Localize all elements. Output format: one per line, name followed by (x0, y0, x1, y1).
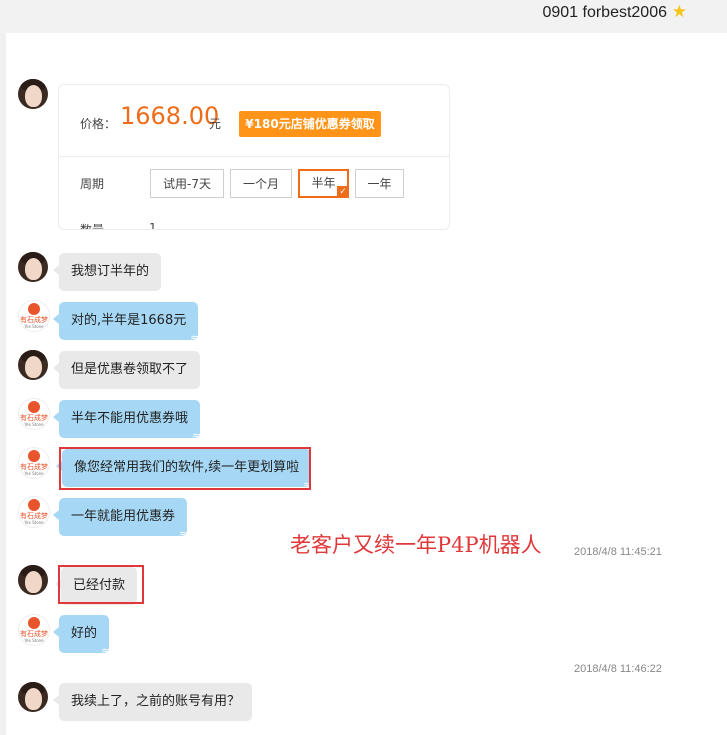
timestamp: 2018/4/8 11:45:21 (574, 546, 662, 558)
highlight-box (59, 447, 311, 490)
shop-avatar[interactable]: 有石成梦 Yes Stone (18, 447, 50, 479)
shop-avatar-sub: Yes Stone (24, 638, 44, 643)
wave-icon: ≈ (192, 429, 202, 442)
period-option-half-year-label: 半年 (311, 176, 336, 190)
shop-message: 对的,半年是1668元 ≈ (52, 302, 199, 343)
left-edge-strip (0, 33, 6, 735)
card-divider (59, 156, 449, 157)
product-card: 价格： 1668.00 元 ¥180元店铺优惠券领取 周期 试用-7天 一个月 … (58, 84, 450, 230)
timestamp: 2018/4/8 11:46:22 (574, 663, 662, 675)
customer-avatar[interactable] (18, 565, 48, 595)
message-text: 好的 (71, 626, 98, 641)
wave-icon: ≈ (179, 527, 189, 540)
price-value: 1668.00 (120, 102, 220, 130)
price-unit: 元 (209, 117, 222, 131)
period-option-trial[interactable]: 试用-7天 (150, 169, 224, 198)
message-text: 但是优惠卷领取不了 (71, 362, 189, 377)
period-option-one-month[interactable]: 一个月 (230, 169, 292, 198)
customer-message: 我续上了，之前的账号有用？ (52, 683, 253, 721)
check-icon: ✓ (337, 186, 349, 198)
shop-avatar[interactable]: 有石成梦 Yes Stone (18, 614, 50, 646)
shop-avatar[interactable]: 有石成梦 Yes Stone (18, 496, 50, 528)
shop-avatar-sub: Yes Stone (24, 471, 44, 476)
highlight-box (58, 565, 144, 604)
message-text: 对的,半年是1668元 (71, 313, 187, 328)
thumbs-up-icon (28, 450, 40, 462)
shop-avatar[interactable]: 有石成梦 Yes Stone (18, 398, 50, 430)
wave-icon: ≈ (190, 331, 200, 344)
customer-avatar[interactable] (18, 79, 48, 109)
thumbs-up-icon (28, 499, 40, 511)
thumbs-up-icon (28, 617, 40, 629)
customer-avatar[interactable] (18, 252, 48, 282)
period-option-half-year[interactable]: 半年 ✓ (298, 169, 349, 198)
shop-message: 好的 ≈ (52, 615, 110, 656)
chat-partner-name[interactable]: 0901 forbest2006 (542, 4, 667, 22)
customer-avatar[interactable] (18, 682, 48, 712)
thumbs-up-icon (28, 303, 40, 315)
star-icon: ★ (671, 2, 687, 22)
shop-avatar-sub: Yes Stone (24, 520, 44, 525)
thumbs-up-icon (28, 401, 40, 413)
coupon-button[interactable]: ¥180元店铺优惠券领取 (239, 111, 381, 137)
price-label: 价格： (80, 117, 117, 131)
period-option-one-year[interactable]: 一年 (355, 169, 404, 198)
quantity-label: 数量 (80, 223, 105, 230)
wave-icon: ≈ (101, 644, 111, 657)
shop-avatar[interactable]: 有石成梦 Yes Stone (18, 300, 50, 332)
message-text: 一年就能用优惠券 (71, 509, 176, 524)
customer-message: 我想订半年的 (52, 253, 162, 291)
message-text: 我续上了，之前的账号有用？ (71, 694, 241, 709)
shop-message: 一年就能用优惠券 ≈ (52, 498, 188, 539)
annotation-text: 老客户又续一年P4P机器人 (290, 533, 542, 557)
message-text: 我想订半年的 (71, 264, 150, 279)
shop-avatar-sub: Yes Stone (24, 422, 44, 427)
quantity-value: 1 (149, 221, 157, 230)
shop-avatar-sub: Yes Stone (24, 324, 44, 329)
customer-avatar[interactable] (18, 350, 48, 380)
customer-message: 但是优惠卷领取不了 (52, 351, 201, 389)
message-text: 半年不能用优惠券哦 (71, 411, 189, 426)
period-label: 周期 (80, 177, 105, 191)
shop-message: 半年不能用优惠券哦 ≈ (52, 400, 201, 441)
